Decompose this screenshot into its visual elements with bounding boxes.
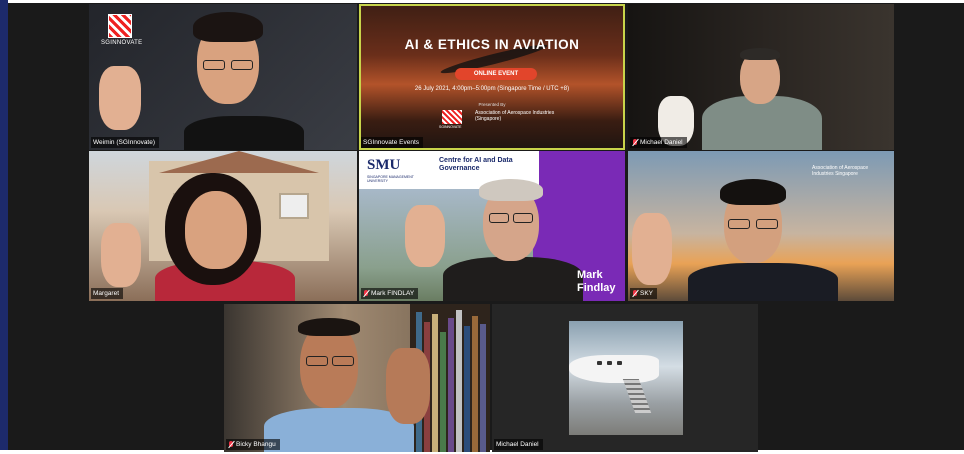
participant-name: Bicky Bhangu [236, 441, 276, 448]
participant-hair [193, 12, 263, 42]
participant-name: Michael Daniel [496, 441, 539, 448]
aircraft-fuselage [569, 355, 659, 383]
waving-hand-icon [405, 205, 445, 267]
participant-name-tag: Weimin (SGInnovate) [91, 137, 160, 148]
presented-by-label: Presented By [478, 102, 506, 107]
smu-subtitle: SINGAPORE MANAGEMENT UNIVERSITY [367, 175, 414, 183]
participant-body [702, 96, 822, 150]
top-edge [0, 0, 964, 3]
video-tile-bicky-bhangu[interactable]: Bicky Bhangu [224, 304, 490, 452]
participant-name-tag: SGInnovate Events [361, 137, 424, 148]
aircraft-window [597, 361, 602, 365]
video-tile-sky[interactable]: Association of Aerospace Industries Sing… [628, 151, 894, 301]
aircraft-window [617, 361, 622, 365]
participant-name: Mark FINDLAY [371, 290, 415, 297]
book [464, 326, 470, 452]
book [472, 316, 478, 452]
participant-hair [298, 318, 360, 336]
glasses-icon [728, 219, 750, 229]
background-name-line-1: Mark [577, 269, 603, 281]
mic-muted-icon [363, 290, 369, 297]
glasses-icon [203, 60, 225, 70]
aai-logo-text: Association of Aerospace Industries Sing… [812, 165, 869, 177]
book [448, 318, 454, 452]
participant-body [688, 263, 838, 301]
participant-name: SGInnovate Events [363, 139, 420, 146]
centre-title: Centre for AI and Data Governance [439, 157, 513, 172]
sginnovate-mark-icon [108, 14, 132, 38]
mic-muted-icon [632, 290, 638, 297]
house-window [279, 193, 309, 219]
glasses-icon [489, 213, 509, 223]
background-name-line-2: Findlay [577, 282, 616, 294]
sponsor-logo-2-text: Association of Aerospace Industries (Sin… [475, 110, 555, 122]
participant-hair [740, 48, 780, 60]
participant-name-tag: Margaret [91, 288, 124, 299]
video-tile-sginnovate-events[interactable]: AI & ETHICS IN AVIATION ONLINE EVENT 26 … [359, 4, 625, 150]
participant-head [185, 191, 247, 269]
glasses-icon [306, 356, 328, 366]
participant-name: SKY [640, 290, 654, 297]
mic-muted-icon [632, 139, 638, 146]
event-title: AI & ETHICS IN AVIATION [404, 37, 580, 52]
video-tile-michael-daniel[interactable]: Michael Daniel [628, 4, 894, 150]
sginnovate-logo-text: SGINNOVATE [101, 40, 143, 46]
aircraft-window [607, 361, 612, 365]
event-date: 26 July 2021, 4:00pm–5:00pm (Singapore T… [414, 86, 570, 92]
event-badge: ONLINE EVENT [455, 68, 537, 80]
video-tile-weimin[interactable]: SGINNOVATE Weimin (SGInnovate) [89, 4, 357, 150]
smu-title: SMU [367, 157, 401, 173]
left-edge [0, 0, 8, 454]
book [456, 310, 462, 452]
participant-body [184, 116, 304, 150]
participant-body [443, 257, 583, 301]
glasses-icon [513, 213, 533, 223]
participant-name-tag: Bicky Bhangu [226, 439, 280, 450]
sginnovate-mark-icon [442, 110, 462, 124]
sponsor-logo-1-text: SGINNOVATE [439, 125, 462, 129]
participant-name-tag: Michael Daniel [494, 439, 543, 450]
book [432, 314, 438, 452]
glasses-icon [332, 356, 354, 366]
participant-name: Michael Daniel [640, 139, 683, 146]
waving-hand-icon [386, 348, 430, 424]
participant-name-tag: Michael Daniel [630, 137, 687, 148]
book [480, 324, 486, 452]
glasses-icon [231, 60, 253, 70]
book [440, 332, 446, 452]
video-tile-margaret[interactable]: Margaret [89, 151, 357, 301]
participant-name-tag: Mark FINDLAY [361, 288, 419, 299]
mic-muted-icon [228, 441, 234, 448]
waving-hand-icon [99, 66, 141, 130]
participant-hair [479, 179, 543, 201]
aircraft-stairs [622, 379, 652, 413]
participant-name: Weimin (SGInnovate) [93, 139, 156, 146]
aircraft-photo [569, 321, 683, 435]
participant-name: Margaret [93, 290, 120, 297]
participant-hair [720, 179, 786, 205]
waving-hand-icon [101, 223, 141, 287]
participant-name-tag: SKY [630, 288, 658, 299]
waving-hand-icon [632, 213, 672, 285]
glasses-icon [756, 219, 778, 229]
background-name-label: Mark Findlay [577, 269, 616, 295]
sginnovate-logo: SGINNOVATE [101, 14, 143, 46]
video-tile-mark-findlay[interactable]: SMU SINGAPORE MANAGEMENT UNIVERSITY Cent… [359, 151, 625, 301]
video-tile-michael-daniel-photo[interactable]: Michael Daniel [492, 304, 758, 452]
